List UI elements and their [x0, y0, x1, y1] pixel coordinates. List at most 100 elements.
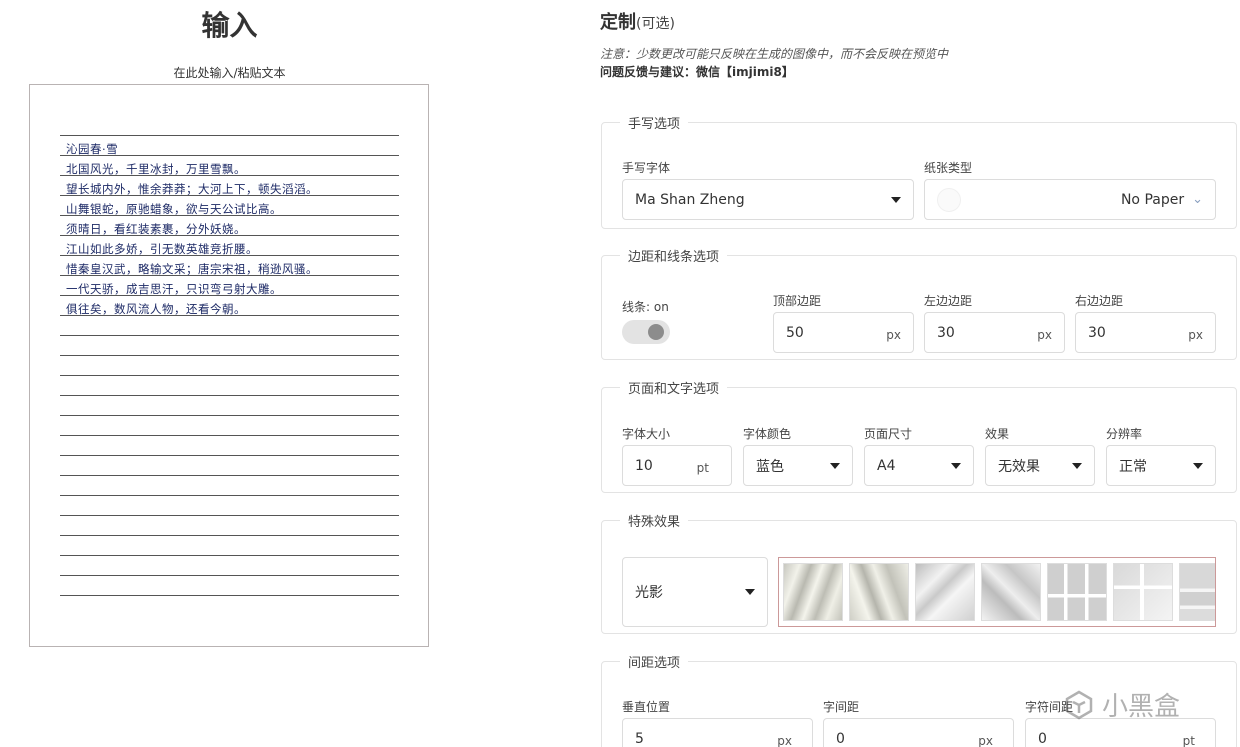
effect-thumbnails [778, 557, 1216, 627]
handwriting-legend: 手写选项 [628, 117, 681, 132]
lines-toggle[interactable] [622, 320, 670, 344]
font-color-label: 字体颜色 [743, 427, 792, 441]
input-title: 输入 [201, 9, 258, 42]
ruled-line [60, 595, 399, 596]
ruled-line [60, 375, 399, 376]
poem-line: 惜秦皇汉武，略输文采；唐宗宋祖，稍逊风骚。 [66, 262, 318, 276]
caret-down-icon [830, 462, 840, 469]
unit-label: px [1188, 327, 1203, 342]
ruled-line [60, 455, 399, 456]
page-options: 页面和文字选项 字体大小 10 pt 字体颜色 蓝色 页面尺寸 A4 效果 无效… [601, 378, 1237, 493]
effect-thumbnail[interactable] [1047, 563, 1107, 621]
caret-down-icon [951, 462, 961, 469]
font-label: 手写字体 [622, 161, 671, 175]
caret-down-icon [1072, 462, 1082, 469]
paper-label: 纸张类型 [924, 161, 973, 175]
effect-thumbnail[interactable] [981, 563, 1041, 621]
poem-line: 望长城内外，惟余莽莽；大河上下，顿失滔滔。 [66, 182, 318, 196]
feedback-text: 问题反馈与建议：微信【imjimi8】 [600, 65, 794, 79]
custom-title-sub: (可选) [636, 16, 675, 32]
unit-label: pt [696, 460, 709, 475]
font-select-value: Ma Shan Zheng [635, 191, 745, 208]
ruled-line [60, 575, 399, 576]
page-size-select[interactable]: A4 [864, 445, 974, 486]
left-margin-input[interactable]: 30 px [924, 312, 1065, 353]
paper-select-value: No Paper [1120, 191, 1185, 208]
lines-label: 线条: on [622, 300, 669, 314]
effect-thumbnail[interactable] [915, 563, 975, 621]
font-color-select[interactable]: 蓝色 [743, 445, 853, 486]
poem-line: 一代天骄，成吉思汗，只识弯弓射大雕。 [66, 282, 282, 296]
margin-legend: 边距和线条选项 [628, 250, 720, 265]
caret-down-icon [1193, 462, 1203, 469]
caret-down-icon [891, 196, 901, 203]
vertical-position-label: 垂直位置 [622, 700, 671, 714]
chevron-down-icon: ⌄ [1192, 192, 1203, 207]
poem-line: 山舞银蛇，原驰蜡象，欲与天公试比高。 [66, 202, 282, 216]
ruled-line [60, 535, 399, 536]
poem-line: 沁园春·雪 [66, 142, 119, 156]
margin-options: 边距和线条选项 线条: on 顶部边距 50 px 左边边距 30 px 右边边… [601, 246, 1237, 360]
top-margin-label: 顶部边距 [773, 294, 822, 308]
ruled-line [60, 335, 399, 336]
effect-thumbnail[interactable] [849, 563, 909, 621]
ruled-line [60, 135, 399, 136]
left-margin-label: 左边边距 [924, 294, 973, 308]
font-color-value: 蓝色 [756, 458, 784, 475]
resolution-select[interactable]: 正常 [1106, 445, 1216, 486]
toggle-knob [648, 324, 664, 340]
unit-label: px [1037, 327, 1052, 342]
ruled-line [60, 515, 399, 516]
custom-title-main: 定制 [600, 12, 636, 33]
word-spacing-value: 0 [836, 730, 845, 747]
watermark-text: 小黑盒 [1102, 692, 1181, 722]
top-margin-input[interactable]: 50 px [773, 312, 914, 353]
ruled-line [60, 355, 399, 356]
paper-select[interactable]: No Paper ⌄ [924, 179, 1216, 220]
handwriting-options: 手写选项 手写字体 Ma Shan Zheng 纸张类型 No Paper ⌄ [601, 113, 1237, 229]
right-margin-input[interactable]: 30 px [1075, 312, 1216, 353]
paper-swatch-icon [937, 187, 961, 212]
effect-thumbnail[interactable] [1113, 563, 1173, 621]
resolution-label: 分辨率 [1106, 427, 1143, 441]
effect-thumbnail[interactable] [1179, 563, 1215, 621]
page-size-value: A4 [877, 457, 896, 474]
vertical-position-input[interactable]: 5 px [622, 718, 813, 747]
char-spacing-value: 0 [1038, 730, 1047, 747]
font-select[interactable]: Ma Shan Zheng [622, 179, 914, 220]
right-margin-value: 30 [1088, 324, 1106, 341]
word-spacing-input[interactable]: 0 px [823, 718, 1014, 747]
poem-line: 须晴日，看红装素裹，分外妖娆。 [66, 222, 246, 236]
font-size-label: 字体大小 [622, 427, 671, 441]
unit-label: px [777, 733, 792, 747]
effect-select[interactable]: 无效果 [985, 445, 1095, 486]
heybox-logo-icon [1065, 690, 1093, 719]
ruled-line [60, 415, 399, 416]
input-caption: 在此处输入/粘贴文本 [173, 66, 286, 80]
unit-label: pt [1182, 733, 1195, 747]
lighting-select[interactable]: 光影 [622, 557, 768, 627]
page-size-label: 页面尺寸 [864, 427, 913, 441]
ruled-line [60, 395, 399, 396]
custom-title: 定制(可选) [600, 8, 675, 34]
special-legend: 特殊效果 [628, 515, 681, 530]
unit-label: px [886, 327, 901, 342]
vertical-position-value: 5 [635, 730, 644, 747]
word-spacing-label: 字间距 [823, 700, 860, 714]
unit-label: px [978, 733, 993, 747]
spacing-legend: 间距选项 [628, 656, 681, 671]
ruled-line [60, 435, 399, 436]
right-margin-label: 右边边距 [1075, 294, 1124, 308]
top-margin-value: 50 [786, 324, 804, 341]
effect-thumbnail[interactable] [783, 563, 843, 621]
watermark: 小黑盒 [1064, 686, 1180, 723]
preview-note: 注意：少数更改可能只反映在生成的图像中，而不会反映在预览中 [600, 47, 949, 61]
effect-label: 效果 [985, 427, 1010, 441]
poem-line: 江山如此多娇，引无数英雄竞折腰。 [66, 242, 258, 256]
paper-preview[interactable]: 沁园春·雪 北国风光，千里冰封，万里雪飘。 望长城内外，惟余莽莽；大河上下，顿失… [29, 84, 429, 647]
left-margin-value: 30 [937, 324, 955, 341]
resolution-value: 正常 [1119, 458, 1147, 475]
poem-line: 俱往矣，数风流人物，还看今朝。 [66, 302, 246, 316]
font-size-value: 10 [635, 457, 653, 474]
font-size-input[interactable]: 10 pt [622, 445, 732, 486]
